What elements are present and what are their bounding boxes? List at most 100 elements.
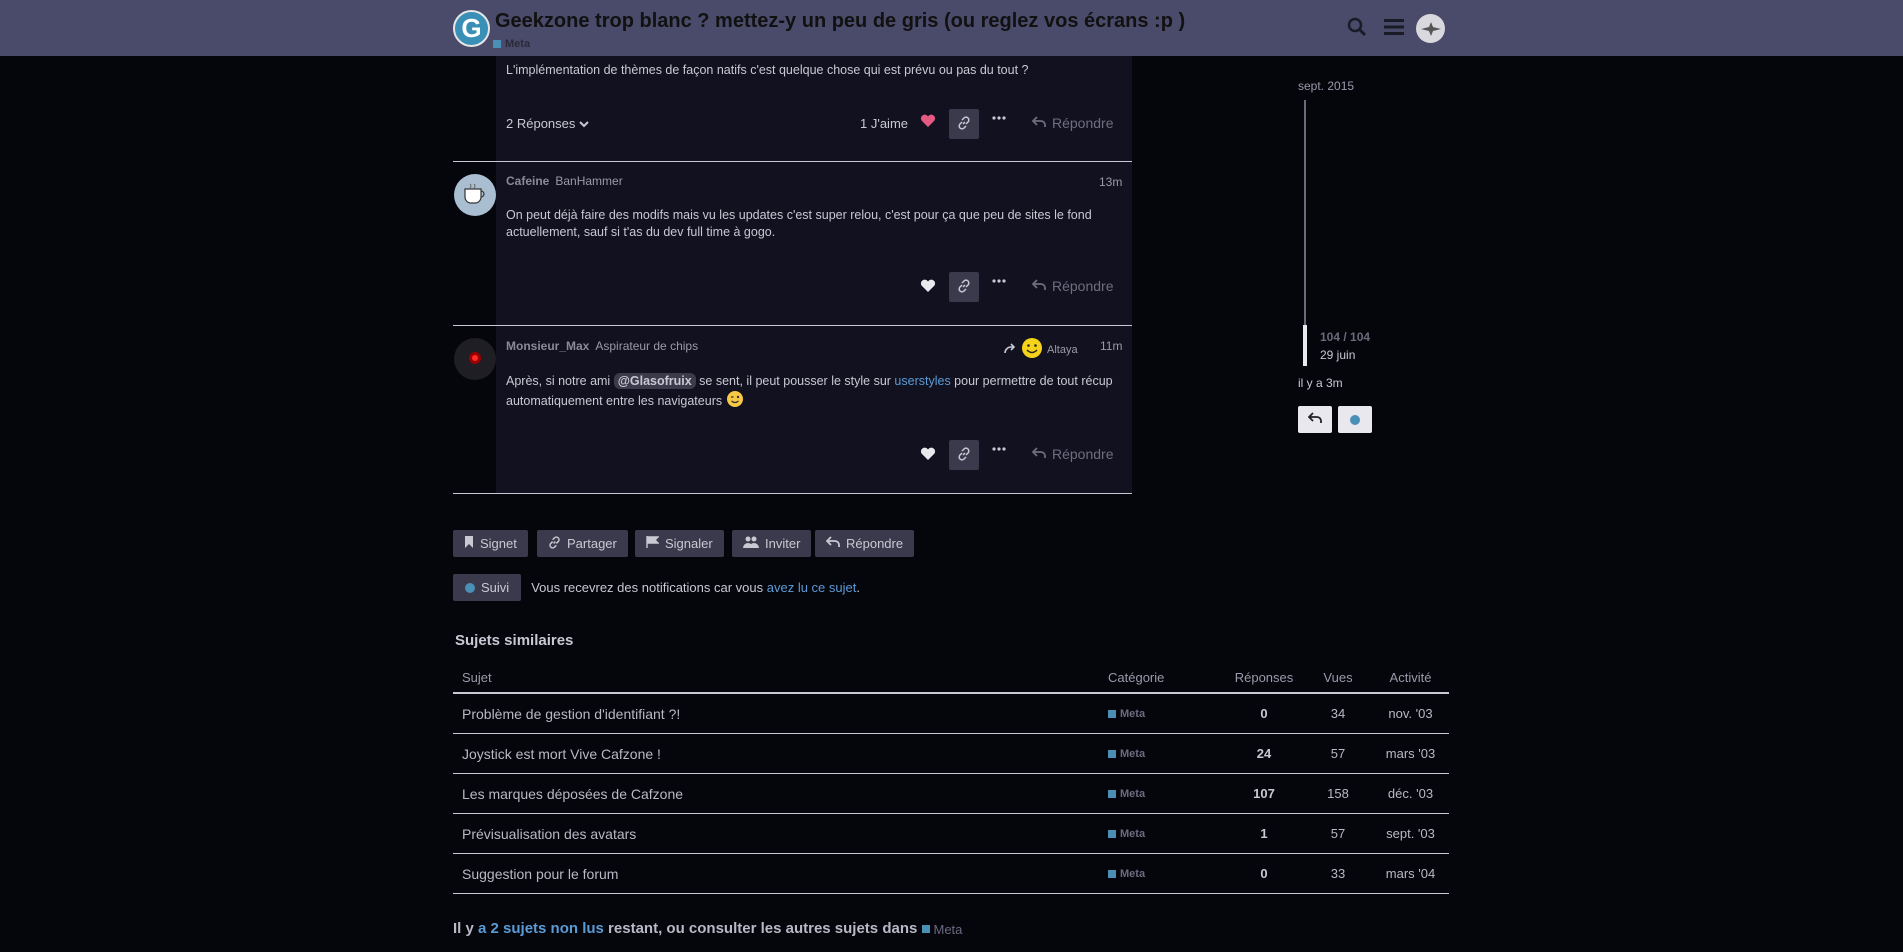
notification-reason: Vous recevrez des notifications car vous… [531, 580, 860, 595]
reply-icon [1031, 446, 1046, 462]
flag-icon [646, 536, 660, 551]
topic-activity[interactable]: mars '04 [1372, 853, 1449, 894]
column-header-views[interactable]: Vues [1304, 662, 1372, 694]
topic-category[interactable]: Meta [1099, 733, 1224, 774]
post-divider [453, 493, 1132, 494]
post-2-link-button[interactable] [949, 272, 979, 302]
post-1-likes-count[interactable]: 1 J'aime [860, 116, 908, 131]
avatar[interactable] [454, 174, 496, 216]
tracking-dot-icon [465, 582, 475, 593]
notification-row: Suivi Vous recevrez des notifications ca… [453, 574, 860, 601]
post-3-reply-button[interactable]: Répondre [1031, 446, 1114, 462]
table-row[interactable]: Problème de gestion d'identifiant ?! Met… [453, 693, 1449, 734]
table-row[interactable]: Prévisualisation des avatars Meta 1 57 s… [453, 813, 1449, 854]
share-button[interactable]: Partager [537, 530, 628, 557]
heart-outline-icon[interactable] [920, 447, 936, 461]
post-2-reply-button[interactable]: Répondre [1031, 278, 1114, 294]
topic-category[interactable]: Meta [1099, 773, 1224, 814]
topic-category[interactable]: Meta [1099, 853, 1224, 894]
topic-category[interactable]: Meta [1099, 693, 1224, 734]
column-header-topic[interactable]: Sujet [453, 662, 1099, 694]
topic-activity[interactable]: sept. '03 [1372, 813, 1449, 854]
table-row[interactable]: Suggestion pour le forum Meta 0 33 mars … [453, 853, 1449, 894]
bookmark-button[interactable]: Signet [453, 530, 528, 557]
site-header: G Geekzone trop blanc ? mettez-y un peu … [0, 0, 1903, 56]
tracking-button[interactable]: Suivi [453, 574, 522, 601]
topic-category-badge[interactable]: Meta [493, 38, 530, 50]
topic-replies[interactable]: 0 [1224, 853, 1304, 894]
reply-to-indicator[interactable]: Altaya [1004, 337, 1078, 362]
reply-button[interactable]: Répondre [815, 530, 915, 557]
heart-icon[interactable] [920, 114, 936, 128]
reply-icon [1031, 115, 1046, 131]
search-icon[interactable] [1344, 14, 1370, 40]
topic-title-link[interactable]: Joystick est mort Vive Cafzone ! [453, 733, 1099, 774]
post-2-date[interactable]: 13m [1099, 175, 1122, 189]
topic-activity[interactable]: mars '03 [1372, 733, 1449, 774]
table-header: Sujet Catégorie Réponses Vues Activité [453, 662, 1449, 694]
similar-topics-table: Sujet Catégorie Réponses Vues Activité P… [453, 662, 1449, 894]
topic-title-link[interactable]: Suggestion pour le forum [453, 853, 1099, 894]
table-row[interactable]: Joystick est mort Vive Cafzone ! Meta 24… [453, 733, 1449, 774]
user-mention[interactable]: @Glasofruix [613, 373, 696, 389]
topic-title[interactable]: Geekzone trop blanc ? mettez-y un peu de… [495, 10, 1185, 33]
category-link[interactable]: Meta [921, 922, 962, 937]
topic-replies[interactable]: 24 [1224, 733, 1304, 774]
post-1-link-button[interactable] [949, 109, 979, 139]
wink-emoji-icon [726, 390, 744, 413]
category-color-square [1108, 710, 1116, 718]
more-options-icon[interactable] [992, 447, 1006, 451]
userstyles-link[interactable]: userstyles [894, 374, 950, 388]
topic-activity[interactable]: nov. '03 [1372, 693, 1449, 734]
read-topic-link[interactable]: avez lu ce sujet [767, 580, 857, 595]
column-header-activity[interactable]: Activité [1372, 662, 1449, 694]
timeline-position-date: 29 juin [1320, 348, 1356, 362]
topic-activity[interactable]: déc. '03 [1372, 773, 1449, 814]
post-2-body: On peut déjà faire des modifs mais vu le… [506, 208, 1092, 239]
user-avatar[interactable] [1416, 14, 1445, 43]
timeline-start-date[interactable]: sept. 2015 [1298, 79, 1354, 93]
post-3-link-button[interactable] [949, 440, 979, 470]
topic-replies[interactable]: 1 [1224, 813, 1304, 854]
category-color-square [1108, 790, 1116, 798]
category-color-square [1108, 870, 1116, 878]
post-3-author[interactable]: Monsieur_Max Aspirateur de chips [506, 339, 698, 353]
timeline-notification-button[interactable] [1338, 406, 1372, 433]
site-logo[interactable]: G [453, 10, 490, 47]
users-icon [743, 536, 759, 551]
topic-title-link[interactable]: Prévisualisation des avatars [453, 813, 1099, 854]
table-row[interactable]: Les marques déposées de Cafzone Meta 107… [453, 773, 1449, 814]
unread-topics-link[interactable]: a 2 sujets non lus [478, 920, 604, 937]
post-1-reply-button[interactable]: Répondre [1031, 115, 1114, 131]
topic-views: 33 [1304, 853, 1372, 894]
replies-toggle[interactable]: 2 Réponses [506, 116, 590, 131]
timeline-last-activity[interactable]: il y a 3m [1298, 376, 1343, 390]
timeline-handle[interactable] [1303, 325, 1307, 366]
post-3-body: Après, si notre ami @Glasofruix se sent,… [506, 373, 1116, 413]
tracking-dot-icon [1350, 414, 1360, 425]
chevron-down-icon [579, 116, 590, 131]
topic-category[interactable]: Meta [1099, 813, 1224, 854]
topic-title-link[interactable]: Les marques déposées de Cafzone [453, 773, 1099, 814]
post-3-date[interactable]: 11m [1100, 339, 1122, 353]
post-2-author[interactable]: Cafeine BanHammer [506, 174, 623, 188]
topic-replies[interactable]: 107 [1224, 773, 1304, 814]
invite-button[interactable]: Inviter [732, 530, 812, 557]
more-options-icon[interactable] [992, 279, 1006, 283]
avatar[interactable] [454, 338, 496, 380]
flag-button[interactable]: Signaler [635, 530, 724, 557]
topic-views: 158 [1304, 773, 1372, 814]
timeline-reply-button[interactable] [1298, 406, 1332, 433]
column-header-category[interactable]: Catégorie [1099, 662, 1224, 694]
topic-title-link[interactable]: Problème de gestion d'identifiant ?! [453, 693, 1099, 734]
similar-topics-heading: Sujets similaires [455, 632, 574, 649]
topic-replies[interactable]: 0 [1224, 693, 1304, 734]
more-options-icon[interactable] [992, 116, 1006, 120]
hamburger-menu-icon[interactable] [1381, 14, 1407, 40]
column-header-replies[interactable]: Réponses [1224, 662, 1304, 694]
heart-outline-icon[interactable] [920, 279, 936, 293]
smiley-avatar-icon [1021, 337, 1043, 362]
reply-icon [825, 536, 840, 551]
post-divider [453, 161, 1132, 162]
post-divider [453, 325, 1132, 326]
